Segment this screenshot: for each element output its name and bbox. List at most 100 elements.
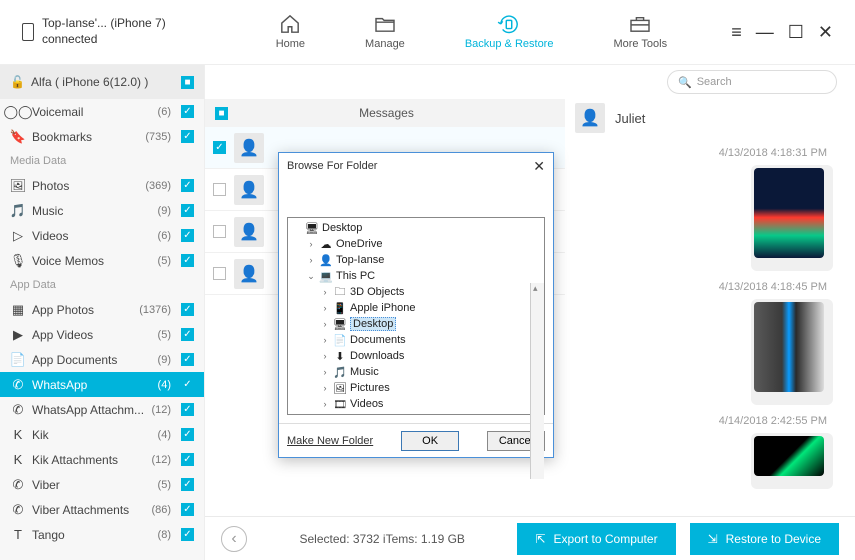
- checkbox-icon[interactable]: ✓: [181, 105, 194, 118]
- tree-item[interactable]: 🖥 Desktop: [288, 220, 544, 236]
- sidebar-item-count: (12): [151, 454, 171, 466]
- checkbox-icon[interactable]: ✓: [181, 353, 194, 366]
- sidebar-item-count: (4): [158, 379, 171, 391]
- folder-icon: 🎞: [333, 398, 347, 411]
- tree-item[interactable]: › 📄 Documents: [288, 332, 544, 348]
- checkbox-icon[interactable]: ✓: [181, 378, 194, 391]
- export-button[interactable]: ⇱ Export to Computer: [517, 523, 675, 555]
- checkbox-icon[interactable]: ✓: [181, 204, 194, 217]
- checkbox-icon[interactable]: ✓: [181, 503, 194, 516]
- sidebar-item-label: Music: [32, 204, 63, 218]
- app-video-icon: ▶: [10, 327, 26, 343]
- expand-icon[interactable]: ›: [320, 351, 330, 361]
- sidebar-item-whatsapp-attachm-[interactable]: ✆ WhatsApp Attachm... (12) ✓: [0, 397, 204, 422]
- expand-icon[interactable]: ›: [320, 303, 330, 313]
- close-icon[interactable]: ✕: [533, 158, 545, 175]
- checkbox-icon[interactable]: ✓: [181, 328, 194, 341]
- expand-icon[interactable]: ›: [320, 287, 330, 297]
- expand-icon[interactable]: ›: [306, 239, 316, 249]
- tree-item[interactable]: › 📱 Apple iPhone: [288, 300, 544, 316]
- expand-icon[interactable]: ›: [320, 399, 330, 409]
- back-button[interactable]: ‹: [221, 526, 247, 552]
- scrollbar[interactable]: [530, 283, 544, 479]
- tango-icon: T: [10, 527, 26, 542]
- checkbox-icon[interactable]: ✓: [181, 478, 194, 491]
- tab-manage[interactable]: Manage: [365, 14, 405, 50]
- device-info[interactable]: Top-Ianse'... (iPhone 7) connected: [22, 16, 166, 47]
- sidebar-item-viber-attachments[interactable]: ✆ Viber Attachments (86) ✓: [0, 497, 204, 522]
- menu-icon[interactable]: ≡: [731, 22, 742, 43]
- search-input[interactable]: 🔍 Search: [667, 70, 837, 94]
- sidebar-item-app-documents[interactable]: 📄 App Documents (9) ✓: [0, 347, 204, 372]
- tree-item[interactable]: › 💽 Local Disk (C:): [288, 412, 544, 415]
- checkbox-icon[interactable]: [213, 183, 226, 196]
- tree-item[interactable]: › ⬇ Downloads: [288, 348, 544, 364]
- expand-icon[interactable]: ›: [320, 319, 330, 329]
- sidebar: 🔓 Alfa ( iPhone 6(12.0) ) ■ ◯◯ Voicemail…: [0, 65, 205, 560]
- checkbox-icon[interactable]: ✓: [181, 403, 194, 416]
- timestamp: 4/13/2018 4:18:31 PM: [575, 143, 837, 165]
- minimize-icon[interactable]: —: [756, 22, 774, 43]
- sidebar-item-kik[interactable]: K Kik (4) ✓: [0, 422, 204, 447]
- app-photo-icon: ▦: [10, 302, 26, 318]
- checkbox-icon[interactable]: ✓: [181, 254, 194, 267]
- tab-backup-restore[interactable]: Backup & Restore: [465, 14, 554, 50]
- make-new-folder-link[interactable]: Make New Folder: [287, 435, 373, 447]
- checkbox-icon[interactable]: ■: [181, 76, 194, 89]
- tree-item[interactable]: › 🎞 Videos: [288, 396, 544, 412]
- expand-icon[interactable]: ›: [320, 367, 330, 377]
- close-icon[interactable]: ✕: [818, 22, 833, 43]
- checkbox-icon[interactable]: ✓: [213, 141, 226, 154]
- checkbox-icon[interactable]: ✓: [181, 528, 194, 541]
- checkbox-icon[interactable]: ✓: [181, 428, 194, 441]
- expand-icon[interactable]: ›: [320, 383, 330, 393]
- sidebar-item-count: (6): [158, 106, 171, 118]
- tree-item[interactable]: › ☁ OneDrive: [288, 236, 544, 252]
- sidebar-section: Media Data: [0, 149, 204, 173]
- checkbox-icon[interactable]: ✓: [181, 130, 194, 143]
- tree-item[interactable]: › 🖼 Pictures: [288, 380, 544, 396]
- sidebar-item-music[interactable]: 🎵 Music (9) ✓: [0, 198, 204, 223]
- tree-item[interactable]: › 🗀 3D Objects: [288, 284, 544, 300]
- tree-item[interactable]: › 🎵 Music: [288, 364, 544, 380]
- message-attachment[interactable]: [751, 165, 833, 271]
- tree-item-label: Downloads: [350, 350, 404, 362]
- sidebar-item-photos[interactable]: 🖼 Photos (369) ✓: [0, 173, 204, 198]
- sidebar-device[interactable]: 🔓 Alfa ( iPhone 6(12.0) ) ■: [0, 65, 204, 99]
- sidebar-item-app-videos[interactable]: ▶ App Videos (5) ✓: [0, 322, 204, 347]
- folder-icon: 🖥: [305, 222, 319, 235]
- sidebar-item-videos[interactable]: ▷ Videos (6) ✓: [0, 223, 204, 248]
- checkbox-icon[interactable]: ✓: [181, 179, 194, 192]
- expand-icon[interactable]: ›: [306, 255, 316, 265]
- sidebar-item-voice-memos[interactable]: 🎙 Voice Memos (5) ✓: [0, 248, 204, 273]
- sidebar-item-tango[interactable]: T Tango (8) ✓: [0, 522, 204, 547]
- expand-icon[interactable]: ›: [320, 335, 330, 345]
- tab-more-tools[interactable]: More Tools: [613, 14, 667, 50]
- message-attachment[interactable]: [751, 433, 833, 489]
- checkbox-icon[interactable]: ✓: [181, 303, 194, 316]
- checkbox-icon[interactable]: ✓: [181, 229, 194, 242]
- message-attachment[interactable]: [751, 299, 833, 405]
- tree-item[interactable]: › 🖥 Desktop: [288, 316, 544, 332]
- sidebar-item-viber[interactable]: ✆ Viber (5) ✓: [0, 472, 204, 497]
- checkbox-icon[interactable]: [213, 267, 226, 280]
- sidebar-item-app-photos[interactable]: ▦ App Photos (1376) ✓: [0, 297, 204, 322]
- expand-icon[interactable]: ⌄: [306, 271, 316, 282]
- folder-tree[interactable]: 🖥 Desktop › ☁ OneDrive › 👤 Top-Ianse ⌄ 💻…: [287, 217, 545, 415]
- tree-item[interactable]: › 👤 Top-Ianse: [288, 252, 544, 268]
- sidebar-item-kik-attachments[interactable]: K Kik Attachments (12) ✓: [0, 447, 204, 472]
- tab-home[interactable]: Home: [276, 14, 305, 50]
- ok-button[interactable]: OK: [401, 431, 459, 451]
- restore-button[interactable]: ⇲ Restore to Device: [690, 523, 839, 555]
- tree-item[interactable]: ⌄ 💻 This PC: [288, 268, 544, 284]
- checkbox-icon[interactable]: [213, 225, 226, 238]
- checkbox-icon[interactable]: ■: [215, 107, 228, 120]
- checkbox-icon[interactable]: ✓: [181, 453, 194, 466]
- sidebar-item-whatsapp[interactable]: ✆ WhatsApp (4) ✓: [0, 372, 204, 397]
- messages-header: ■ Messages: [205, 99, 565, 127]
- sidebar-item-bookmarks[interactable]: 🔖 Bookmarks (735) ✓: [0, 124, 204, 149]
- maximize-icon[interactable]: ☐: [788, 22, 804, 43]
- sidebar-item-voicemail[interactable]: ◯◯ Voicemail (6) ✓: [0, 99, 204, 124]
- tree-item-label: 3D Objects: [350, 286, 404, 298]
- avatar-icon: 👤: [575, 103, 605, 133]
